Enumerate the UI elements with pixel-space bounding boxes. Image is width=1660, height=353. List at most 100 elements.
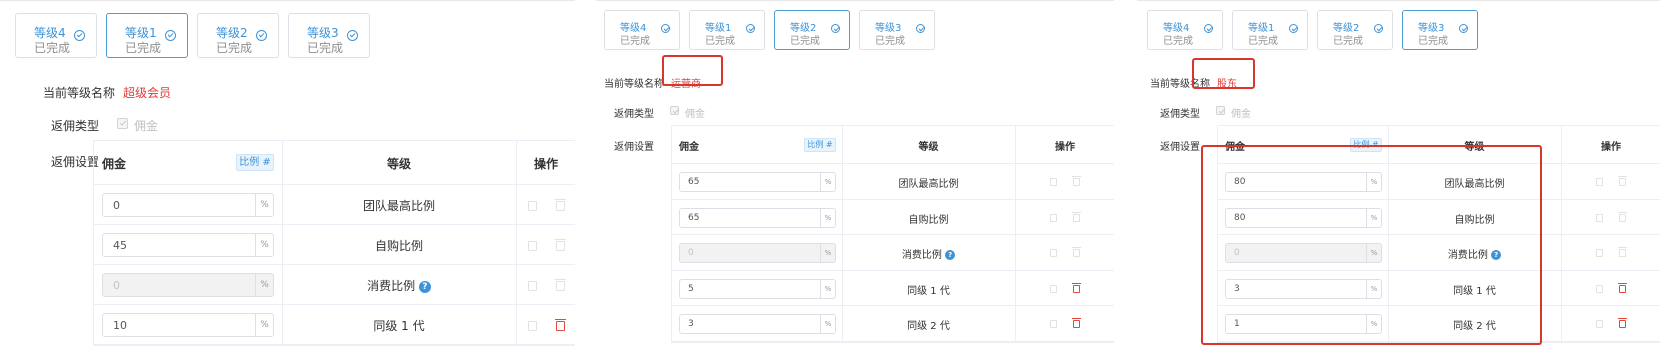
check-circle-icon bbox=[1459, 24, 1468, 33]
rebate-table: 佣金 比例 # 等级 操作 65% 团队最高比例 65% 自购比例 0% 消费比例 ? 5% 同级 1… bbox=[671, 125, 1114, 343]
commission-ratio-input[interactable]: 45% bbox=[102, 233, 274, 257]
level-step-status: 已完成 bbox=[307, 41, 344, 55]
column-header-commission: 佣金 bbox=[102, 157, 127, 171]
delete-icon[interactable] bbox=[1618, 282, 1627, 293]
current-level-name-label: 当前等级名称 bbox=[604, 79, 664, 90]
table-header: 佣金 比例 # 等级 操作 bbox=[672, 126, 1114, 164]
edit-icon[interactable] bbox=[1596, 213, 1603, 222]
edit-icon[interactable] bbox=[528, 201, 537, 211]
edit-icon[interactable] bbox=[1050, 249, 1057, 257]
commission-ratio-input: 0% bbox=[679, 243, 836, 263]
rebate-type-label: 返佣类型 bbox=[50, 119, 99, 133]
ratio-tag[interactable]: 比例 # bbox=[236, 154, 274, 171]
delete-icon[interactable] bbox=[1072, 211, 1081, 222]
rebate-type-checkbox[interactable] bbox=[1216, 106, 1225, 115]
delete-icon[interactable] bbox=[1072, 176, 1081, 186]
edit-icon[interactable] bbox=[1596, 320, 1603, 328]
check-circle-icon bbox=[74, 30, 85, 41]
edit-icon[interactable] bbox=[1050, 178, 1057, 186]
level-step-status: 已完成 bbox=[875, 36, 905, 47]
edit-icon[interactable] bbox=[1596, 284, 1603, 293]
ratio-tag[interactable]: 比例 # bbox=[804, 138, 836, 152]
rebate-type-label: 返佣类型 bbox=[614, 109, 654, 120]
top-divider bbox=[0, 0, 575, 1]
level-step-tab[interactable]: 等级3 已完成 bbox=[288, 13, 370, 58]
highlight-box-level-name bbox=[1192, 58, 1255, 89]
help-icon[interactable]: ? bbox=[945, 250, 956, 260]
check-circle-icon bbox=[1289, 24, 1298, 33]
commission-ratio-input[interactable]: 65% bbox=[679, 172, 836, 192]
level-settings-panel-1: 等级4 已完成 等级1 已完成 等级2 已完成 等级3 已完成 当前等级名称 超级会员 返佣类型 佣金… bbox=[0, 0, 575, 353]
level-step-status: 已完成 bbox=[34, 41, 71, 55]
level-step-tab[interactable]: 等级3 已完成 bbox=[859, 10, 935, 50]
commission-ratio-value: 45 bbox=[113, 239, 127, 252]
commission-ratio-value: 0 bbox=[113, 199, 120, 212]
help-icon[interactable]: ? bbox=[418, 280, 431, 293]
table-row: 65% 自购比例 bbox=[672, 200, 1114, 235]
level-name-text: 团队最高比例 bbox=[898, 179, 959, 190]
edit-icon[interactable] bbox=[528, 321, 537, 331]
rebate-table: 佣金 比例 # 等级 操作 0% 团队最高比例 45% 自购比例 0% 消费比例 ? 10% 同级 1… bbox=[93, 140, 575, 346]
edit-icon[interactable] bbox=[1050, 320, 1057, 328]
edit-icon[interactable] bbox=[1050, 284, 1057, 293]
level-step-tab[interactable]: 等级2 已完成 bbox=[1317, 10, 1393, 50]
delete-icon[interactable] bbox=[555, 199, 566, 211]
level-name-text: 自购比例 bbox=[374, 239, 423, 253]
level-step-tab[interactable]: 等级4 已完成 bbox=[1147, 10, 1223, 50]
check-circle-icon bbox=[1374, 24, 1383, 33]
delete-icon[interactable] bbox=[1618, 176, 1627, 186]
delete-icon[interactable] bbox=[1072, 318, 1081, 328]
commission-ratio-input[interactable]: 5% bbox=[679, 278, 836, 299]
edit-icon[interactable] bbox=[1596, 249, 1603, 257]
rebate-type-option-label: 佣金 bbox=[685, 109, 705, 120]
commission-ratio-input[interactable]: 10% bbox=[102, 313, 274, 337]
commission-ratio-input[interactable]: 3% bbox=[679, 314, 836, 334]
level-name-text: 自购比例 bbox=[908, 214, 949, 226]
delete-icon[interactable] bbox=[555, 319, 566, 331]
column-header-commission: 佣金 bbox=[679, 142, 699, 153]
delete-icon[interactable] bbox=[1072, 282, 1081, 293]
column-header-action: 操作 bbox=[1055, 142, 1075, 153]
delete-icon[interactable] bbox=[555, 279, 566, 291]
check-circle-icon bbox=[1204, 24, 1213, 33]
level-step-tab[interactable]: 等级4 已完成 bbox=[15, 13, 97, 58]
level-step-tab[interactable]: 等级2 已完成 bbox=[774, 10, 850, 50]
edit-icon[interactable] bbox=[528, 241, 537, 251]
commission-ratio-value: 0 bbox=[688, 248, 694, 258]
edit-icon[interactable] bbox=[528, 281, 537, 291]
commission-ratio-value: 10 bbox=[113, 319, 127, 332]
rebate-type-checkbox[interactable] bbox=[670, 106, 679, 115]
level-step-tab[interactable]: 等级4 已完成 bbox=[604, 10, 680, 50]
table-row: 65% 团队最高比例 bbox=[672, 164, 1114, 200]
delete-icon[interactable] bbox=[1618, 247, 1627, 257]
commission-ratio-input[interactable]: 0% bbox=[102, 193, 274, 217]
level-step-tab[interactable]: 等级3 已完成 bbox=[1402, 10, 1478, 50]
level-step-tab[interactable]: 等级1 已完成 bbox=[1232, 10, 1308, 50]
delete-icon[interactable] bbox=[1618, 318, 1627, 328]
edit-icon[interactable] bbox=[1050, 213, 1057, 222]
delete-icon[interactable] bbox=[555, 239, 566, 251]
level-name-cell: 消费比例 ? bbox=[842, 246, 1015, 261]
commission-ratio-input: 0% bbox=[102, 273, 274, 297]
percent-suffix: % bbox=[820, 244, 835, 262]
level-step-status: 已完成 bbox=[1418, 36, 1448, 47]
edit-icon[interactable] bbox=[1596, 178, 1603, 186]
rebate-setting-label: 返佣设置 bbox=[50, 155, 99, 169]
commission-ratio-value: 5 bbox=[688, 283, 694, 294]
level-steps: 等级4 已完成 等级1 已完成 等级2 已完成 等级3 已完成 bbox=[1147, 10, 1487, 50]
percent-suffix: % bbox=[255, 234, 273, 256]
table-row: 10% 同级 1 代 bbox=[94, 305, 575, 345]
rebate-type-checkbox[interactable] bbox=[117, 118, 128, 129]
delete-icon[interactable] bbox=[1072, 247, 1081, 257]
table-row: 45% 自购比例 bbox=[94, 225, 575, 265]
level-step-status: 已完成 bbox=[1163, 36, 1193, 47]
level-step-tab[interactable]: 等级1 已完成 bbox=[689, 10, 765, 50]
commission-ratio-input[interactable]: 65% bbox=[679, 207, 836, 228]
level-step-status: 已完成 bbox=[620, 36, 650, 47]
table-row: 3% 同级 2 代 bbox=[672, 306, 1114, 342]
check-circle-icon bbox=[746, 24, 755, 33]
level-step-tab[interactable]: 等级2 已完成 bbox=[197, 13, 279, 58]
delete-icon[interactable] bbox=[1618, 211, 1627, 222]
top-divider bbox=[1137, 0, 1660, 1]
level-step-tab[interactable]: 等级1 已完成 bbox=[106, 13, 188, 58]
